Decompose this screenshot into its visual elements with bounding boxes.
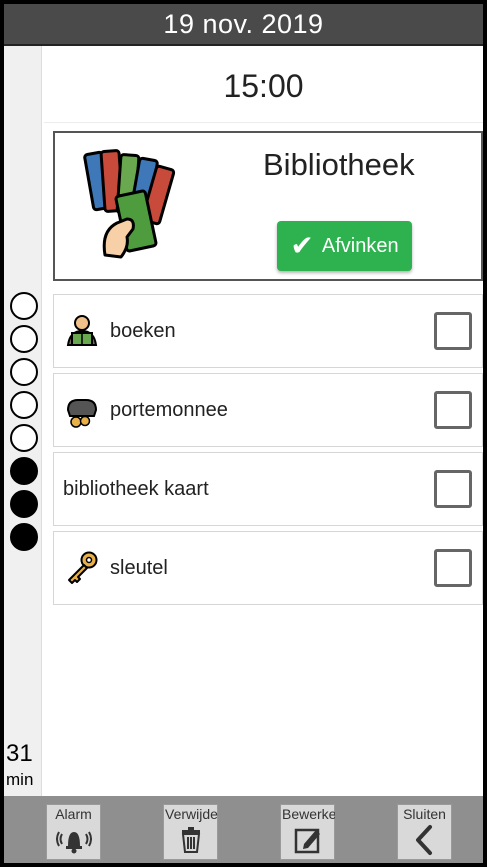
checklist-checkbox[interactable] bbox=[434, 549, 472, 587]
edit-icon bbox=[294, 828, 320, 854]
activity-time: 15:00 bbox=[223, 67, 304, 104]
checklist-item[interactable]: sleutel bbox=[53, 531, 483, 605]
close-button[interactable]: Sluiten bbox=[397, 804, 452, 860]
wallet-icon bbox=[66, 399, 98, 428]
minutes-remaining: 31 min bbox=[6, 740, 42, 790]
books-icon bbox=[83, 149, 176, 259]
alarm-bell-icon bbox=[55, 831, 92, 854]
timer-dot-empty bbox=[10, 424, 38, 452]
minutes-value: 31 bbox=[6, 740, 33, 767]
checklist-checkbox[interactable] bbox=[434, 312, 472, 350]
checklist-item[interactable]: boeken bbox=[53, 294, 483, 368]
checklist-item-label: boeken bbox=[110, 319, 176, 342]
divider bbox=[44, 122, 483, 123]
checklist-checkbox[interactable] bbox=[434, 470, 472, 508]
edit-label: Bewerken bbox=[282, 806, 335, 822]
key-icon bbox=[68, 551, 98, 584]
date-header: 19 nov. 2019 bbox=[4, 4, 483, 46]
delete-label: Verwijderen bbox=[165, 806, 218, 822]
timer-dot-filled bbox=[10, 457, 38, 485]
trash-icon bbox=[181, 827, 200, 853]
checklist-item[interactable]: bibliotheek kaart bbox=[53, 452, 483, 526]
checklist-item-label: portemonnee bbox=[110, 398, 228, 421]
afvinken-label: Afvinken bbox=[321, 234, 399, 257]
activity-card[interactable]: Bibliotheek ✔ Afvinken bbox=[53, 131, 483, 281]
delete-button[interactable]: Verwijderen bbox=[163, 804, 218, 860]
bottom-toolbar: Alarm Verwijderen Bewerken Sluiten bbox=[4, 796, 483, 863]
checklist-checkbox[interactable] bbox=[434, 391, 472, 429]
timer-dot-filled bbox=[10, 490, 38, 518]
timer-dot-filled bbox=[10, 523, 38, 551]
chevron-left-icon bbox=[415, 825, 432, 855]
alarm-button[interactable]: Alarm bbox=[46, 804, 101, 860]
timer-dot-empty bbox=[10, 391, 38, 419]
timer-dot-empty bbox=[10, 325, 38, 353]
activity-title: Bibliotheek bbox=[263, 147, 415, 182]
minutes-unit: min bbox=[6, 770, 34, 789]
afvinken-button[interactable]: ✔ Afvinken bbox=[277, 221, 412, 271]
checklist-item-label: bibliotheek kaart bbox=[63, 477, 209, 500]
reading-person-icon bbox=[66, 315, 98, 346]
date-label: 19 nov. 2019 bbox=[163, 8, 324, 39]
checklist-item-label: sleutel bbox=[110, 556, 168, 579]
close-label: Sluiten bbox=[403, 806, 446, 822]
checkmark-icon: ✔ bbox=[290, 230, 314, 261]
checklist-item[interactable]: portemonnee bbox=[53, 373, 483, 447]
timer-bar: 31 min bbox=[4, 46, 42, 796]
timer-dot-empty bbox=[10, 358, 38, 386]
alarm-label: Alarm bbox=[55, 806, 92, 822]
timer-dot-empty bbox=[10, 292, 38, 320]
edit-button[interactable]: Bewerken bbox=[280, 804, 335, 860]
